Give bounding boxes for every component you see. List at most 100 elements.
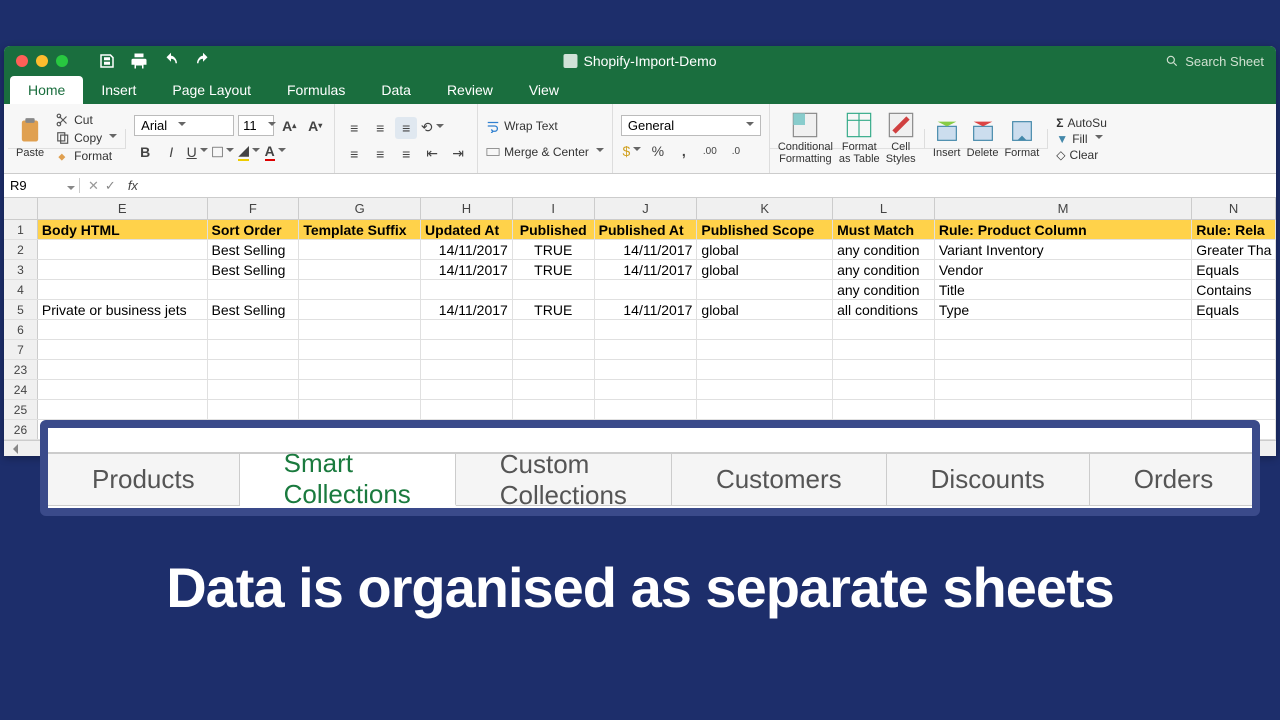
row-header[interactable]: 5 [4,300,38,319]
border-button[interactable] [212,141,234,163]
cell[interactable] [421,380,513,399]
cell[interactable]: Best Selling [208,300,300,319]
cell[interactable] [208,340,300,359]
cell[interactable] [299,360,421,379]
font-name-select[interactable]: Arial [134,115,234,136]
tab-page-layout[interactable]: Page Layout [154,76,269,104]
cell[interactable]: global [697,300,833,319]
col-header-f[interactable]: F [208,198,300,219]
cell[interactable] [935,400,1192,419]
format-as-table-button[interactable]: Format as Table [839,111,880,165]
cell[interactable] [697,400,833,419]
cell[interactable]: global [697,240,833,259]
cell[interactable]: any condition [833,280,935,299]
format-painter-button[interactable]: Format [56,148,117,164]
increase-decimal-button[interactable]: .00 [699,140,721,162]
tab-review[interactable]: Review [429,76,511,104]
cell[interactable] [208,400,300,419]
cell[interactable]: Contains [1192,280,1276,299]
row-header[interactable]: 2 [4,240,38,259]
sheet-tab-discounts[interactable]: Discounts [887,453,1090,505]
cell[interactable] [833,400,935,419]
cell[interactable]: Published Scope [697,220,833,239]
orientation-button[interactable]: ⟲ [421,117,443,139]
cell-styles-button[interactable]: Cell Styles [886,111,916,165]
increase-indent-button[interactable]: ⇥ [447,143,469,165]
cell[interactable]: global [697,260,833,279]
wrap-text-button[interactable]: Wrap Text [486,118,604,134]
sheet-tab-smart-collections[interactable]: Smart Collections [240,453,456,506]
cell[interactable] [697,360,833,379]
cell[interactable]: Published [513,220,595,239]
cell[interactable]: Body HTML [38,220,208,239]
conditional-formatting-button[interactable]: Conditional Formatting [778,111,833,165]
bold-button[interactable]: B [134,141,156,163]
cell[interactable] [697,340,833,359]
cell[interactable] [595,340,698,359]
cell[interactable] [208,380,300,399]
cell[interactable] [833,380,935,399]
cell[interactable]: Private or business jets [38,300,208,319]
cell[interactable]: Type [935,300,1192,319]
cell[interactable]: any condition [833,260,935,279]
autosum-button[interactable]: ΣAutoSu [1056,115,1107,131]
font-size-select[interactable]: 11 [238,115,274,136]
row-header[interactable]: 25 [4,400,38,419]
paste-button[interactable]: Paste [16,117,44,159]
maximize-window-button[interactable] [56,55,68,67]
cell[interactable] [38,320,208,339]
sheet-tab-products[interactable]: Products [48,453,240,505]
cell[interactable]: Equals [1192,300,1276,319]
row-header[interactable]: 1 [4,220,38,239]
currency-button[interactable]: $ [621,140,643,162]
cell[interactable]: Sort Order [208,220,300,239]
col-header-g[interactable]: G [299,198,421,219]
cell[interactable]: Greater Tha [1192,240,1276,259]
cell[interactable] [697,380,833,399]
cell[interactable] [513,360,595,379]
fill-color-button[interactable]: ◢ [238,141,260,163]
cell[interactable] [833,320,935,339]
cell[interactable] [595,280,698,299]
col-header-e[interactable]: E [38,198,208,219]
cell[interactable] [299,340,421,359]
cell[interactable] [513,320,595,339]
col-header-m[interactable]: M [935,198,1192,219]
cell[interactable] [697,320,833,339]
cell[interactable] [935,380,1192,399]
italic-button[interactable]: I [160,141,182,163]
cell[interactable] [1192,340,1276,359]
percent-button[interactable]: % [647,140,669,162]
cell[interactable]: all conditions [833,300,935,319]
cell[interactable]: 14/11/2017 [595,260,698,279]
tab-view[interactable]: View [511,76,577,104]
tab-insert[interactable]: Insert [83,76,154,104]
cell[interactable] [1192,380,1276,399]
sheet-tab-orders[interactable]: Orders [1090,453,1258,505]
fill-button[interactable]: ▼Fill [1056,131,1107,147]
sheet-tab-customers[interactable]: Customers [672,453,887,505]
cell[interactable] [595,380,698,399]
align-center-button[interactable]: ≡ [369,143,391,165]
cell[interactable]: Title [935,280,1192,299]
col-header-l[interactable]: L [833,198,935,219]
cell[interactable] [833,360,935,379]
cell[interactable] [299,280,421,299]
comma-button[interactable]: , [673,140,695,162]
decrease-indent-button[interactable]: ⇤ [421,143,443,165]
cell[interactable] [38,380,208,399]
align-top-button[interactable]: ≡ [343,117,365,139]
row-header[interactable]: 24 [4,380,38,399]
cell[interactable]: TRUE [513,260,595,279]
align-right-button[interactable]: ≡ [395,143,417,165]
sheet-tab-pa[interactable]: Pa [1258,453,1260,505]
cell[interactable] [1192,360,1276,379]
cell[interactable] [697,280,833,299]
cell[interactable] [513,280,595,299]
increase-font-button[interactable]: A▴ [278,115,300,137]
cell[interactable] [421,360,513,379]
cell[interactable] [299,320,421,339]
cell[interactable] [513,380,595,399]
row-header[interactable]: 7 [4,340,38,359]
cell[interactable] [421,280,513,299]
